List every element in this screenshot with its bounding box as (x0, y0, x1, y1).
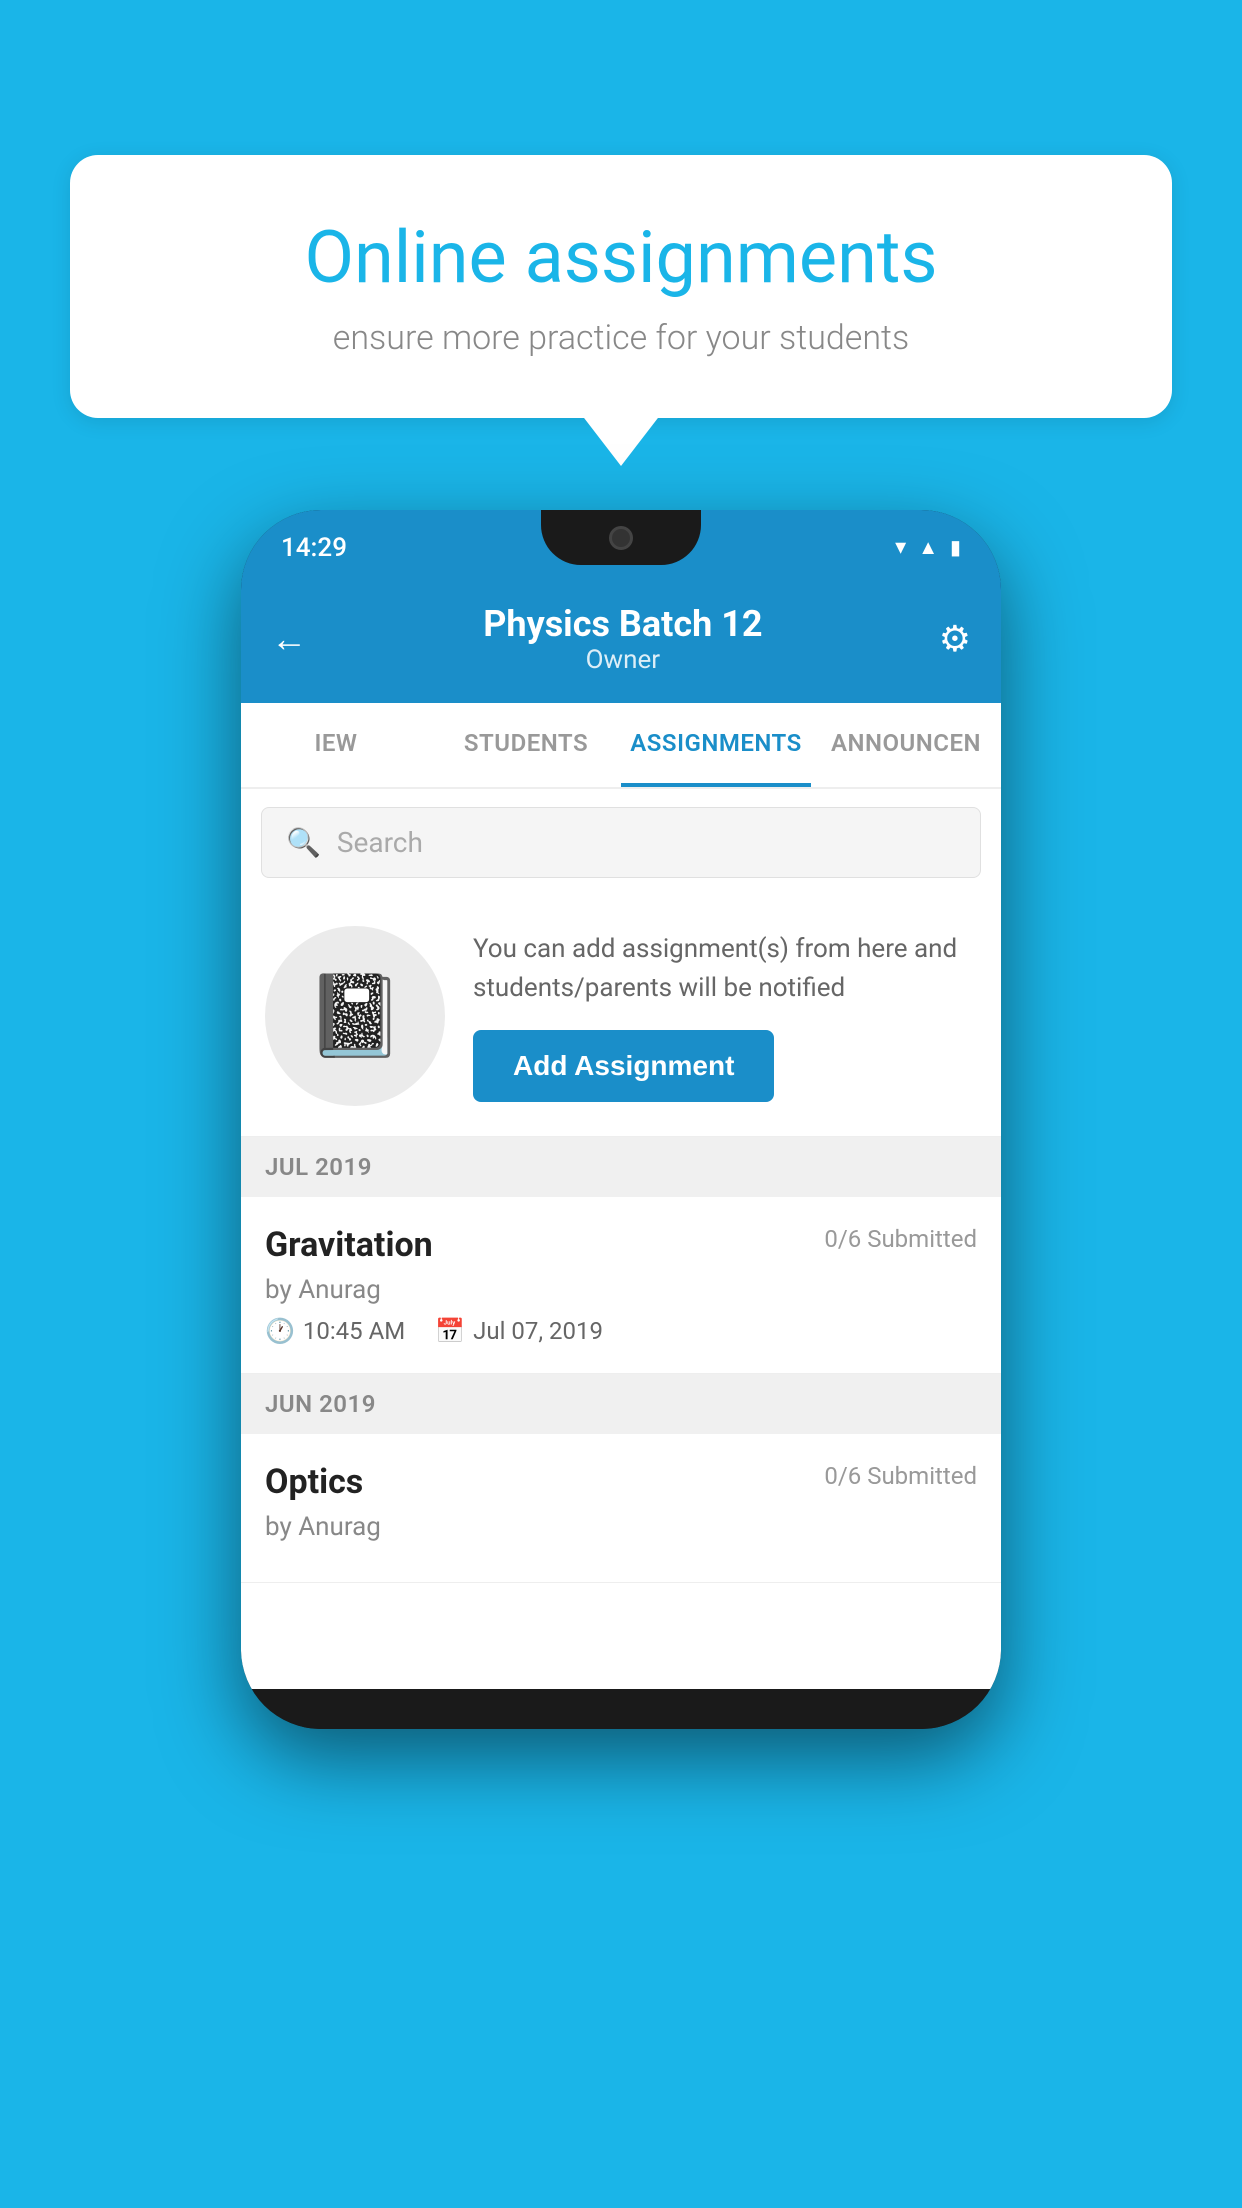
assignment-optics-header: Optics 0/6 Submitted (265, 1462, 977, 1502)
assignment-time: 🕐 10:45 AM (265, 1317, 405, 1345)
tab-assignments[interactable]: ASSIGNMENTS (621, 703, 811, 787)
app-header: ← Physics Batch 12 Owner ⚙ (241, 585, 1001, 703)
assignment-header: Gravitation 0/6 Submitted (265, 1225, 977, 1265)
status-icons (895, 535, 961, 560)
settings-icon[interactable]: ⚙ (939, 618, 971, 660)
signal-icon (918, 535, 938, 560)
search-container: 🔍 Search (241, 789, 1001, 896)
search-bar[interactable]: 🔍 Search (261, 807, 981, 878)
status-bar: 14:29 (241, 510, 1001, 585)
assignment-name: Gravitation (265, 1225, 433, 1265)
battery-icon (950, 535, 961, 560)
search-input[interactable]: Search (337, 826, 423, 859)
back-button[interactable]: ← (271, 618, 307, 660)
speech-bubble-subtitle: ensure more practice for your students (140, 318, 1102, 358)
header-subtitle: Owner (483, 645, 762, 675)
speech-bubble: Online assignments ensure more practice … (70, 155, 1172, 418)
tab-students[interactable]: STUDENTS (431, 703, 621, 787)
wifi-icon (895, 535, 906, 560)
notebook-icon: 📓 (305, 969, 405, 1063)
assignment-submitted: 0/6 Submitted (824, 1225, 977, 1253)
add-assignment-button[interactable]: Add Assignment (473, 1030, 774, 1102)
clock-icon: 🕐 (265, 1317, 295, 1345)
phone-mockup: 14:29 ← Physics Batch 12 Owner ⚙ IEW (241, 510, 1001, 1729)
phone-screen: 🔍 Search 📓 You can add assignment(s) fro… (241, 789, 1001, 1689)
front-camera (609, 526, 633, 550)
promo-text-area: You can add assignment(s) from here and … (473, 930, 977, 1102)
header-title-area: Physics Batch 12 Owner (483, 603, 762, 675)
assignment-gravitation[interactable]: Gravitation 0/6 Submitted by Anurag 🕐 10… (241, 1197, 1001, 1374)
section-jul-2019: JUL 2019 (241, 1137, 1001, 1197)
assignment-meta: 🕐 10:45 AM 📅 Jul 07, 2019 (265, 1317, 977, 1345)
assignment-optics-by: by Anurag (265, 1512, 977, 1542)
calendar-icon: 📅 (435, 1317, 465, 1345)
assignment-optics[interactable]: Optics 0/6 Submitted by Anurag (241, 1434, 1001, 1583)
tabs-bar: IEW STUDENTS ASSIGNMENTS ANNOUNCEN (241, 703, 1001, 789)
assignment-time-value: 10:45 AM (303, 1317, 405, 1345)
speech-bubble-section: Online assignments ensure more practice … (70, 155, 1172, 418)
assignment-date: 📅 Jul 07, 2019 (435, 1317, 603, 1345)
speech-bubble-title: Online assignments (140, 215, 1102, 300)
assignment-optics-submitted: 0/6 Submitted (824, 1462, 977, 1490)
status-time: 14:29 (281, 533, 347, 563)
header-title: Physics Batch 12 (483, 603, 762, 645)
phone-body: 14:29 ← Physics Batch 12 Owner ⚙ IEW (241, 510, 1001, 1729)
tab-announcements[interactable]: ANNOUNCEN (811, 703, 1001, 787)
section-jun-2019: JUN 2019 (241, 1374, 1001, 1434)
phone-bottom-bar (241, 1689, 1001, 1729)
assignment-optics-name: Optics (265, 1462, 363, 1502)
promo-section: 📓 You can add assignment(s) from here an… (241, 896, 1001, 1137)
search-icon: 🔍 (286, 826, 321, 859)
assignment-icon-circle: 📓 (265, 926, 445, 1106)
promo-description: You can add assignment(s) from here and … (473, 930, 977, 1008)
assignment-date-value: Jul 07, 2019 (473, 1317, 603, 1345)
assignment-by: by Anurag (265, 1275, 977, 1305)
tab-iew[interactable]: IEW (241, 703, 431, 787)
phone-notch (541, 510, 701, 565)
